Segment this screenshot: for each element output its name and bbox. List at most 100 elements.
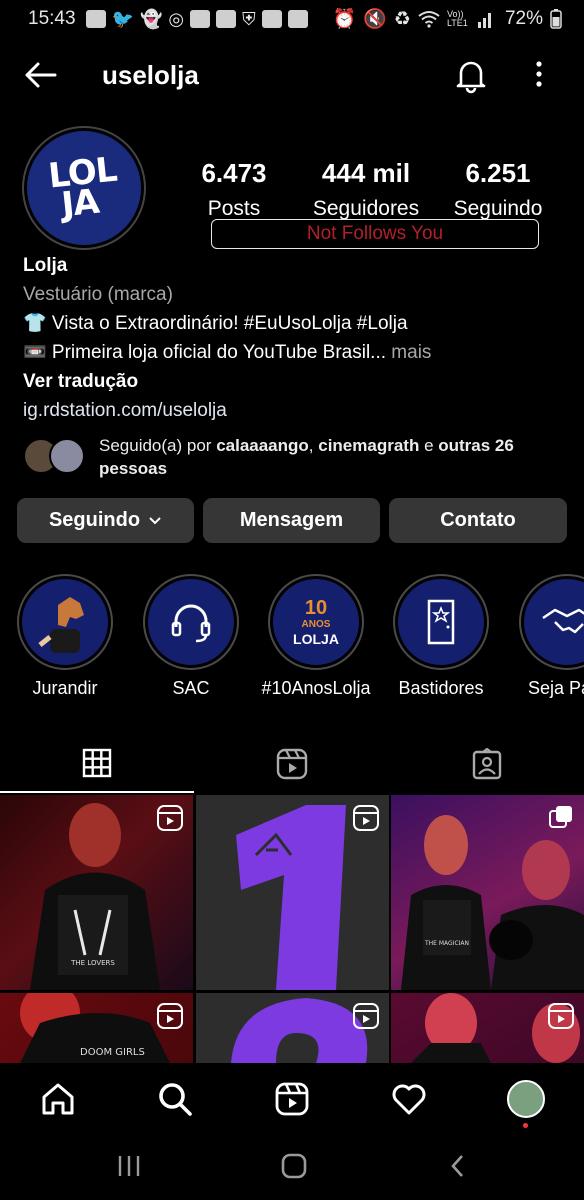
posts-count: 6.473: [201, 158, 267, 188]
back-system-button[interactable]: [443, 1151, 473, 1181]
recycle-icon: ♻: [393, 8, 411, 30]
highlight-10-anos[interactable]: 10 ANOS LOLJA #10AnosLolja: [261, 574, 371, 699]
nav-activity[interactable]: [389, 1079, 429, 1119]
following-button-label: Seguindo: [48, 509, 141, 531]
notifications-button[interactable]: [452, 56, 490, 94]
system-navigation-bar: [0, 1135, 584, 1200]
shazam-icon: ◎: [168, 8, 185, 29]
stat-posts[interactable]: 6.473 Posts: [190, 158, 278, 221]
posts-grid: THE LOVERS 1 THE MAGICIAN DOOM GIRLS 2: [0, 795, 584, 1063]
following-button[interactable]: Seguindo: [17, 498, 194, 543]
gallery-icon: [287, 10, 308, 28]
reel-badge-icon: [157, 1003, 183, 1029]
status-system-icons: ⏰ 🔇 ♻ Vo)) LTE1 72%: [333, 7, 562, 31]
profile-header: uselolja: [0, 44, 584, 106]
highlight-bastidores[interactable]: Bastidores: [386, 574, 496, 699]
bio-more-link[interactable]: mais: [386, 342, 431, 363]
wifi-icon: [418, 11, 440, 28]
logo-text: LOL JA: [46, 149, 119, 226]
reels-icon: [275, 1082, 309, 1116]
handshake-icon: [524, 579, 584, 665]
more-vertical-icon: [536, 61, 542, 87]
followers-label: Seguidores: [312, 197, 420, 220]
highlight-sac[interactable]: SAC: [136, 574, 246, 699]
tab-tagged[interactable]: [390, 735, 584, 793]
snapchat-icon: 👻: [139, 8, 163, 29]
bio-line-2: 📼 Primeira loja oficial do YouTube Brasi…: [23, 342, 432, 363]
highlight-label: Seja Parc: [527, 678, 584, 698]
highlight-label: Jurandir: [32, 678, 98, 698]
post-thumbnail[interactable]: 2: [196, 993, 389, 1063]
reel-badge-icon: [548, 1003, 574, 1029]
recent-apps-button[interactable]: [114, 1151, 144, 1181]
signal-icon: [477, 13, 491, 28]
profile-username: uselolja: [102, 59, 199, 90]
tagged-icon: [472, 748, 502, 780]
followers-count: 444 mil: [321, 158, 411, 188]
notification-dot: [523, 1123, 528, 1128]
bio-line-1: 👕 Vista o Extraordinário! #EuUsoLolja #L…: [23, 313, 408, 334]
youtube-icon: [85, 10, 106, 28]
profile-avatar-icon: [507, 1080, 545, 1118]
bottom-navigation: [0, 1063, 584, 1135]
vivo-icon: [216, 10, 237, 28]
followed-by[interactable]: Seguido(a) por calaaaango, cinemagrath e…: [23, 434, 563, 480]
post-thumbnail[interactable]: THE LOVERS: [0, 795, 193, 990]
highlight-jurandir[interactable]: Jurandir: [10, 574, 120, 699]
back-button[interactable]: [20, 55, 60, 95]
reel-badge-icon: [353, 1003, 379, 1029]
profile-bio: Lolja Vestuário (marca) 👕 Vista o Extrao…: [23, 251, 563, 425]
contact-button[interactable]: Contato: [389, 498, 567, 543]
battery-percent: 72%: [504, 8, 543, 29]
network-label: Vo)) LTE1: [446, 9, 468, 28]
stat-following[interactable]: 6.251 Seguindo: [446, 158, 550, 221]
status-bar: 15:43 🐦 👻 ◎ ⛨ ⏰ 🔇 ♻ Vo)) LTE1 72%: [0, 0, 584, 38]
message-button[interactable]: Mensagem: [203, 498, 380, 543]
status-time: 15:43: [28, 8, 76, 29]
mute-icon: 🔇: [363, 9, 387, 30]
horse-mascot-icon: [22, 579, 108, 665]
svg-text:THE LOVERS: THE LOVERS: [70, 959, 115, 967]
status-notification-icons: 🐦 👻 ◎ ⛨: [85, 8, 308, 30]
headset-icon: [148, 579, 234, 665]
profile-category: Vestuário (marca): [23, 284, 173, 305]
profile-website-link[interactable]: ig.rdstation.com/uselolja: [23, 396, 563, 425]
highlight-label: Bastidores: [398, 678, 484, 698]
alarm-icon: ⏰: [332, 9, 357, 30]
svg-text:THE MAGICIAN: THE MAGICIAN: [424, 940, 469, 947]
profile-name: Lolja: [23, 255, 68, 276]
tab-posts-grid[interactable]: [0, 735, 194, 793]
post-thumbnail[interactable]: [391, 993, 584, 1063]
door-star-icon: [398, 579, 484, 665]
nav-search[interactable]: [155, 1079, 195, 1119]
see-translation-link[interactable]: Ver tradução: [23, 367, 563, 396]
battery-icon: [550, 9, 562, 29]
svg-text:DOOM GIRLS: DOOM GIRLS: [80, 1047, 145, 1058]
nav-home[interactable]: [38, 1079, 78, 1119]
vivo-icon-2: [261, 10, 282, 28]
highlight-seja-parceiro[interactable]: Seja Parc: [512, 574, 584, 699]
mutual-follower-avatar: [49, 438, 85, 474]
post-thumbnail[interactable]: DOOM GIRLS: [0, 993, 193, 1063]
highlight-label: #10AnosLolja: [261, 678, 371, 698]
stat-followers[interactable]: 444 mil Seguidores: [300, 158, 432, 221]
bell-icon: [456, 61, 486, 94]
highlight-label: SAC: [172, 678, 210, 698]
home-button[interactable]: [279, 1151, 309, 1181]
nav-profile[interactable]: [506, 1079, 546, 1119]
following-count: 6.251: [465, 158, 531, 188]
post-thumbnail[interactable]: THE MAGICIAN: [391, 795, 584, 990]
carousel-badge-icon: [549, 806, 572, 828]
search-icon: [159, 1083, 192, 1116]
back-icon: [451, 1155, 463, 1177]
reels-icon: [276, 748, 308, 780]
nav-reels[interactable]: [272, 1079, 312, 1119]
home-button-icon: [281, 1153, 307, 1179]
posts-label: Posts: [207, 197, 261, 220]
tab-reels[interactable]: [195, 735, 389, 793]
not-follows-you-badge: Not Follows You: [211, 219, 539, 249]
ten-years-badge-icon: 10 ANOS LOLJA: [273, 579, 359, 665]
post-thumbnail[interactable]: 1: [196, 795, 389, 990]
more-options-button[interactable]: [524, 56, 554, 94]
profile-avatar[interactable]: LOL JA: [22, 126, 146, 250]
